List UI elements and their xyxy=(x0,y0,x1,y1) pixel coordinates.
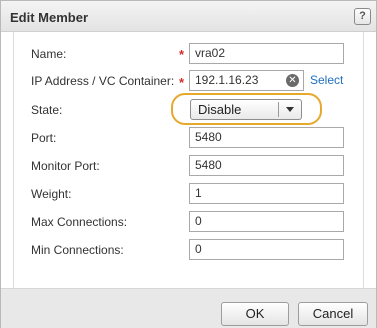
min-connections-label: Min Connections: xyxy=(31,243,124,257)
select-link[interactable]: Select xyxy=(310,73,343,87)
required-star: * xyxy=(179,47,185,62)
ip-address-value: 192.1.16.23 xyxy=(195,73,259,87)
dialog-title: Edit Member xyxy=(10,10,89,25)
dialog-titlebar: Edit Member ? xyxy=(1,1,376,32)
min-connections-input[interactable]: 0 xyxy=(189,239,344,260)
name-input[interactable]: vra02 xyxy=(189,43,344,64)
chevron-down-icon xyxy=(286,107,294,112)
weight-input[interactable]: 1 xyxy=(189,183,344,204)
ip-address-label: IP Address / VC Container: xyxy=(31,74,175,88)
port-label: Port: xyxy=(31,131,57,145)
monitor-port-label: Monitor Port: xyxy=(31,159,100,173)
ip-address-input[interactable]: 192.1.16.23 ✕ xyxy=(189,70,304,91)
monitor-port-input[interactable]: 5480 xyxy=(189,155,344,176)
max-connections-input[interactable]: 0 xyxy=(189,211,344,232)
edit-member-dialog: Edit Member ? Name: * vra02 IP Address /… xyxy=(0,0,377,328)
weight-label: Weight: xyxy=(31,187,72,201)
cancel-button[interactable]: Cancel xyxy=(298,302,368,326)
clear-icon[interactable]: ✕ xyxy=(286,74,299,87)
required-star: * xyxy=(179,75,185,90)
name-label: Name: xyxy=(31,47,67,61)
state-label: State: xyxy=(31,103,63,117)
state-dropdown[interactable]: Disable xyxy=(190,99,302,120)
ok-button[interactable]: OK xyxy=(221,302,289,326)
port-input[interactable]: 5480 xyxy=(189,127,344,148)
max-connections-label: Max Connections: xyxy=(31,215,128,229)
dropdown-separator xyxy=(278,102,279,117)
help-icon[interactable]: ? xyxy=(354,8,371,25)
dialog-footer: OK Cancel xyxy=(1,288,376,328)
state-selected-value: Disable xyxy=(198,102,242,117)
